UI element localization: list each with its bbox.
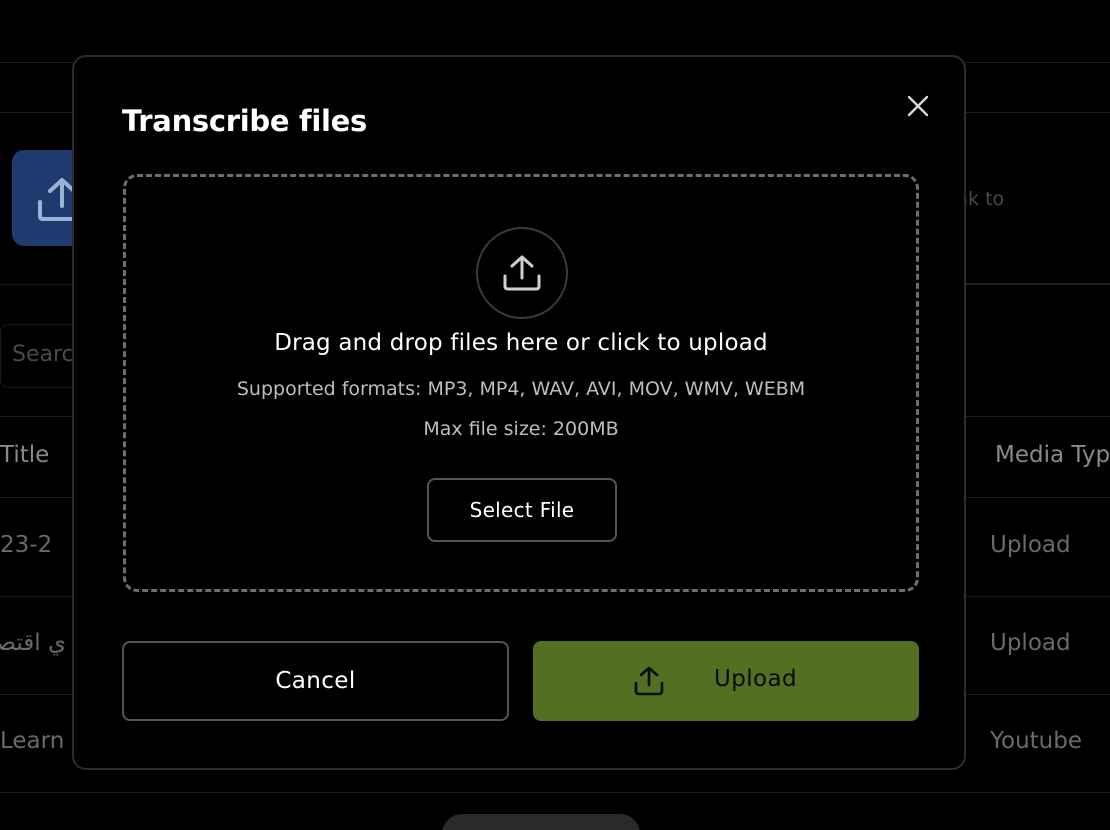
table-cell-title[interactable]: 23-2 [0,532,52,558]
cancel-button[interactable]: Cancel [122,641,509,721]
table-cell-title[interactable]: Learn [0,728,64,754]
upload-button-label: Upload [714,666,797,692]
max-file-size-text: Max file size: 200MB [423,418,619,440]
column-header-media-type[interactable]: Media Typ [995,442,1110,468]
close-button[interactable] [902,90,934,122]
upload-icon [503,255,541,291]
divider [0,792,1110,793]
pagination-pill[interactable] [442,814,640,830]
file-dropzone[interactable]: Drag and drop files here or click to upl… [123,174,919,592]
select-file-button[interactable]: Select File [427,478,617,542]
modal-title: Transcribe files [122,104,367,138]
dropzone-icon-circle [476,227,568,319]
table-cell-media-type: Upload [990,630,1071,656]
upload-button[interactable]: Upload [533,641,919,721]
search-placeholder: Searc [12,342,74,367]
column-header-title[interactable]: Title [0,442,49,468]
dropzone-headline: Drag and drop files here or click to upl… [274,330,768,356]
upload-icon [634,666,664,696]
table-cell-media-type: Upload [990,532,1071,558]
supported-formats-text: Supported formats: MP3, MP4, WAV, AVI, M… [236,378,806,400]
table-cell-title[interactable]: ي اقتصا [0,630,66,656]
table-cell-media-type: Youtube [990,728,1082,754]
transcribe-modal: Transcribe files Drag and drop files her… [72,55,966,770]
close-icon [907,95,929,117]
